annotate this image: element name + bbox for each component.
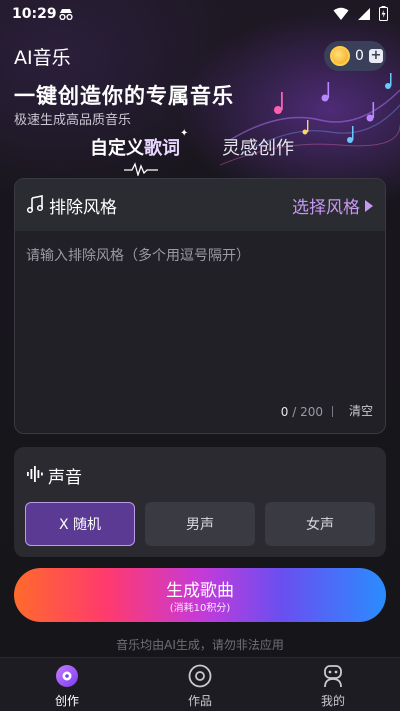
triangle-right-icon: [365, 199, 373, 212]
disc-icon: [56, 665, 78, 687]
exclude-style-input[interactable]: 请输入排除风格（多个用逗号隔开）: [26, 245, 250, 265]
coin-balance-button[interactable]: 0 +: [324, 41, 386, 71]
plus-icon: +: [368, 48, 383, 63]
nav-mine[interactable]: 我的: [293, 658, 373, 711]
sound-wave-icon: [27, 466, 43, 482]
system-icons: [333, 6, 388, 21]
voice-title: 声音: [48, 468, 82, 488]
wifi-icon: [333, 7, 349, 20]
divider: [332, 406, 333, 417]
sparkle-icon: ✦: [180, 128, 189, 139]
music-note-icon: [26, 195, 44, 213]
nav-works[interactable]: 作品: [160, 658, 240, 711]
nav-mine-label: 我的: [320, 694, 345, 708]
app-title: AI音乐: [14, 47, 71, 69]
nav-works-label: 作品: [187, 694, 212, 708]
choose-style-button[interactable]: 选择风格: [292, 193, 373, 218]
subheadline: 极速生成高品质音乐: [14, 113, 132, 128]
nav-create-label: 创作: [54, 694, 79, 708]
battery-icon: [379, 6, 388, 21]
tab-inspiration[interactable]: 灵感创作: [222, 134, 294, 160]
tab-custom-prefix: 自定义: [90, 138, 144, 159]
coin-count: 0: [355, 48, 364, 64]
generate-song-button[interactable]: 生成歌曲 (消耗10积分): [14, 568, 386, 622]
generate-label: 生成歌曲: [166, 581, 234, 601]
char-counter: 0 / 200: [281, 405, 323, 419]
tab-custom-lyrics[interactable]: 自定义歌词: [90, 134, 180, 160]
generate-cost: (消耗10积分): [169, 603, 231, 614]
nav-create[interactable]: 创作: [27, 658, 107, 711]
headline: 一键创造你的专属音乐: [14, 84, 234, 108]
robot-icon: [324, 665, 342, 688]
voice-option-female[interactable]: 女声: [265, 502, 375, 546]
tab-custom-highlight: 歌词: [144, 138, 180, 159]
char-limit: / 200: [288, 405, 323, 419]
record-icon: [188, 664, 212, 688]
incognito-icon: [59, 9, 73, 20]
bottom-navigation: 创作 作品 我的: [0, 657, 400, 711]
exclude-style-card: 排除风格 选择风格 请输入排除风格（多个用逗号隔开） 0 / 200 清空: [14, 178, 386, 434]
voice-card: 声音 X 随机 男声 女声: [14, 447, 386, 557]
status-time: 10:29: [12, 6, 57, 22]
voice-option-male[interactable]: 男声: [145, 502, 255, 546]
choose-style-label: 选择风格: [292, 198, 360, 218]
signal-icon: [358, 7, 370, 20]
clear-button[interactable]: 清空: [349, 402, 373, 419]
card-header: 排除风格 选择风格: [15, 179, 385, 231]
active-tab-wave-indicator: [124, 162, 158, 176]
coin-icon: [330, 46, 350, 66]
voice-option-random[interactable]: X 随机: [25, 502, 135, 546]
card-title: 排除风格: [49, 198, 117, 218]
disclaimer: 音乐均由AI生成，请勿非法应用: [116, 638, 284, 652]
status-bar: 10:29: [0, 0, 400, 28]
